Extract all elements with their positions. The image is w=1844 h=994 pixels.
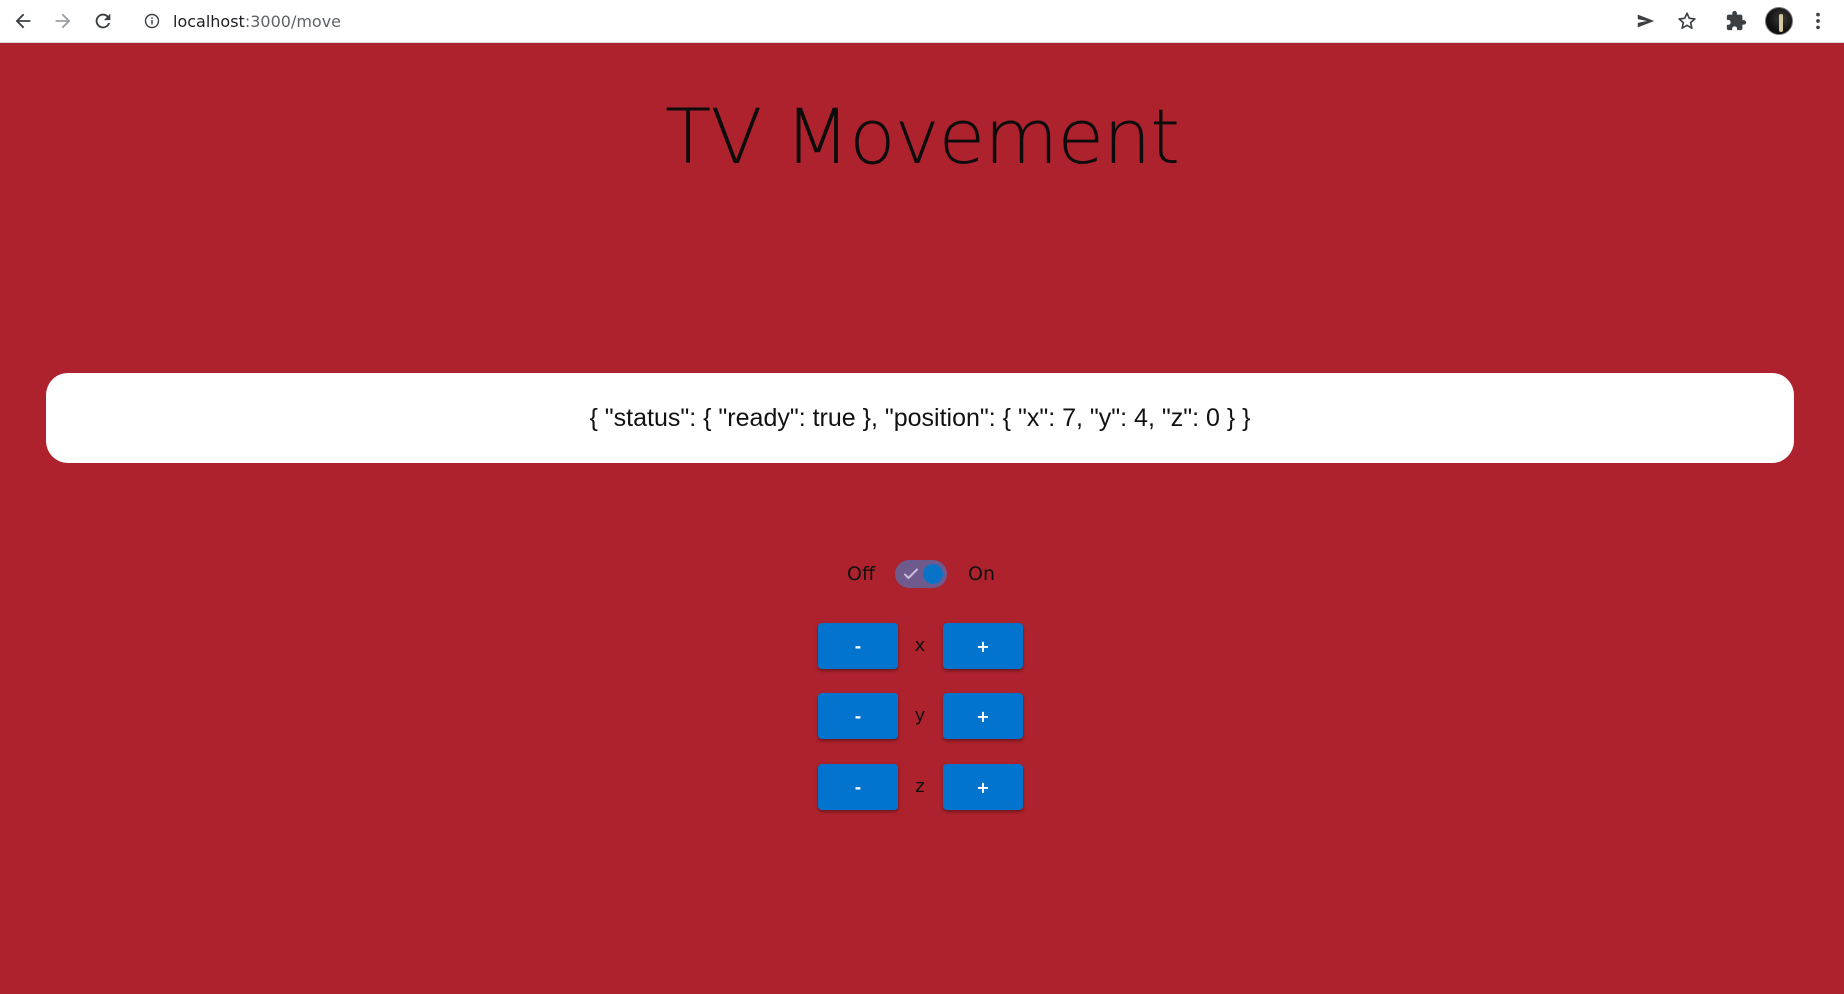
axis-label-y: y — [914, 705, 926, 726]
star-icon — [1678, 12, 1696, 29]
power-toggle-row: Off On — [0, 558, 1844, 590]
toggle-off-label: Off — [847, 563, 876, 585]
power-switch[interactable] — [895, 560, 947, 588]
y-increment-button[interactable]: + — [943, 693, 1023, 739]
send-icon — [1637, 14, 1655, 28]
puzzle-icon — [1726, 10, 1747, 31]
axis-row-x: - x + — [0, 623, 1844, 669]
back-button[interactable] — [10, 8, 36, 34]
more-vertical-icon — [1816, 12, 1820, 30]
axis-row-y: - y + — [0, 693, 1844, 739]
extensions-button[interactable] — [1723, 8, 1749, 34]
browser-toolbar: localhost:3000/move — [0, 0, 1844, 43]
address-bar[interactable]: localhost:3000/move — [132, 4, 1710, 38]
reload-icon — [95, 13, 111, 29]
browser-menu-button[interactable] — [1805, 8, 1831, 34]
z-decrement-button[interactable]: - — [818, 764, 898, 810]
z-increment-button[interactable]: + — [943, 764, 1023, 810]
status-card: { "status": { "ready": true }, "position… — [46, 373, 1794, 463]
axis-row-z: - z + — [0, 764, 1844, 810]
axis-label-z: z — [915, 776, 925, 797]
page-title: TV Movement — [664, 92, 1180, 181]
send-tab-button[interactable] — [1633, 8, 1659, 34]
switch-knob — [923, 564, 943, 584]
toggle-on-label: On — [968, 563, 995, 585]
arrow-left-icon — [15, 13, 31, 29]
x-increment-button[interactable]: + — [943, 623, 1023, 669]
y-decrement-button[interactable]: - — [818, 693, 898, 739]
bookmark-button[interactable] — [1674, 8, 1700, 34]
info-icon[interactable] — [144, 13, 160, 29]
profile-avatar[interactable] — [1765, 7, 1793, 35]
axis-label-x: x — [914, 635, 926, 656]
url-text[interactable]: localhost:3000/move — [173, 12, 341, 31]
forward-button[interactable] — [50, 8, 76, 34]
status-json-text: { "status": { "ready": true }, "position… — [589, 403, 1251, 432]
x-decrement-button[interactable]: - — [818, 623, 898, 669]
url-host: localhost — [173, 12, 245, 31]
url-path: :3000/move — [244, 12, 342, 31]
check-icon — [904, 568, 918, 579]
arrow-right-icon — [55, 13, 71, 29]
reload-button[interactable] — [90, 8, 116, 34]
